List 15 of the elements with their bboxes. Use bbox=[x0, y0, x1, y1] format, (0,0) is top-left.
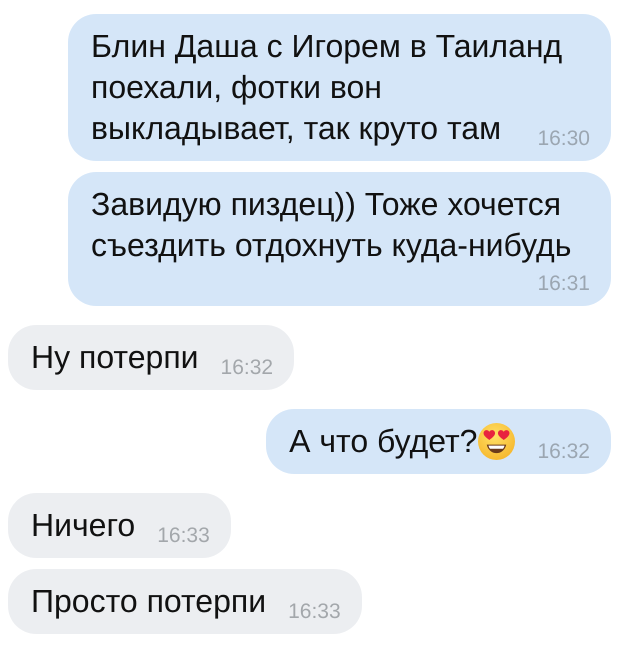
message-text: выкладывает, так круто там bbox=[91, 109, 502, 148]
message-time: 16:32 bbox=[220, 358, 274, 378]
message-text: Просто потерпи bbox=[31, 582, 266, 621]
message-text: Блин Даша с Игорем в Таиланд bbox=[91, 27, 562, 66]
message-text: А что будет? bbox=[289, 422, 478, 461]
message-time: 16:33 bbox=[157, 526, 210, 546]
message-text: поехали, фотки вон bbox=[91, 68, 382, 107]
message-text: Ничего bbox=[31, 506, 136, 545]
message-time: 16:30 bbox=[537, 129, 590, 149]
message-text: съездить отдохнуть куда-нибудь bbox=[91, 226, 572, 265]
message-time: 16:32 bbox=[537, 442, 590, 462]
message-text: Ну потерпи bbox=[31, 338, 199, 377]
message-time: 16:33 bbox=[288, 602, 341, 622]
message-time: 16:31 bbox=[537, 274, 590, 294]
message-text: Завидую пиздец)) Тоже хочется bbox=[91, 185, 562, 224]
